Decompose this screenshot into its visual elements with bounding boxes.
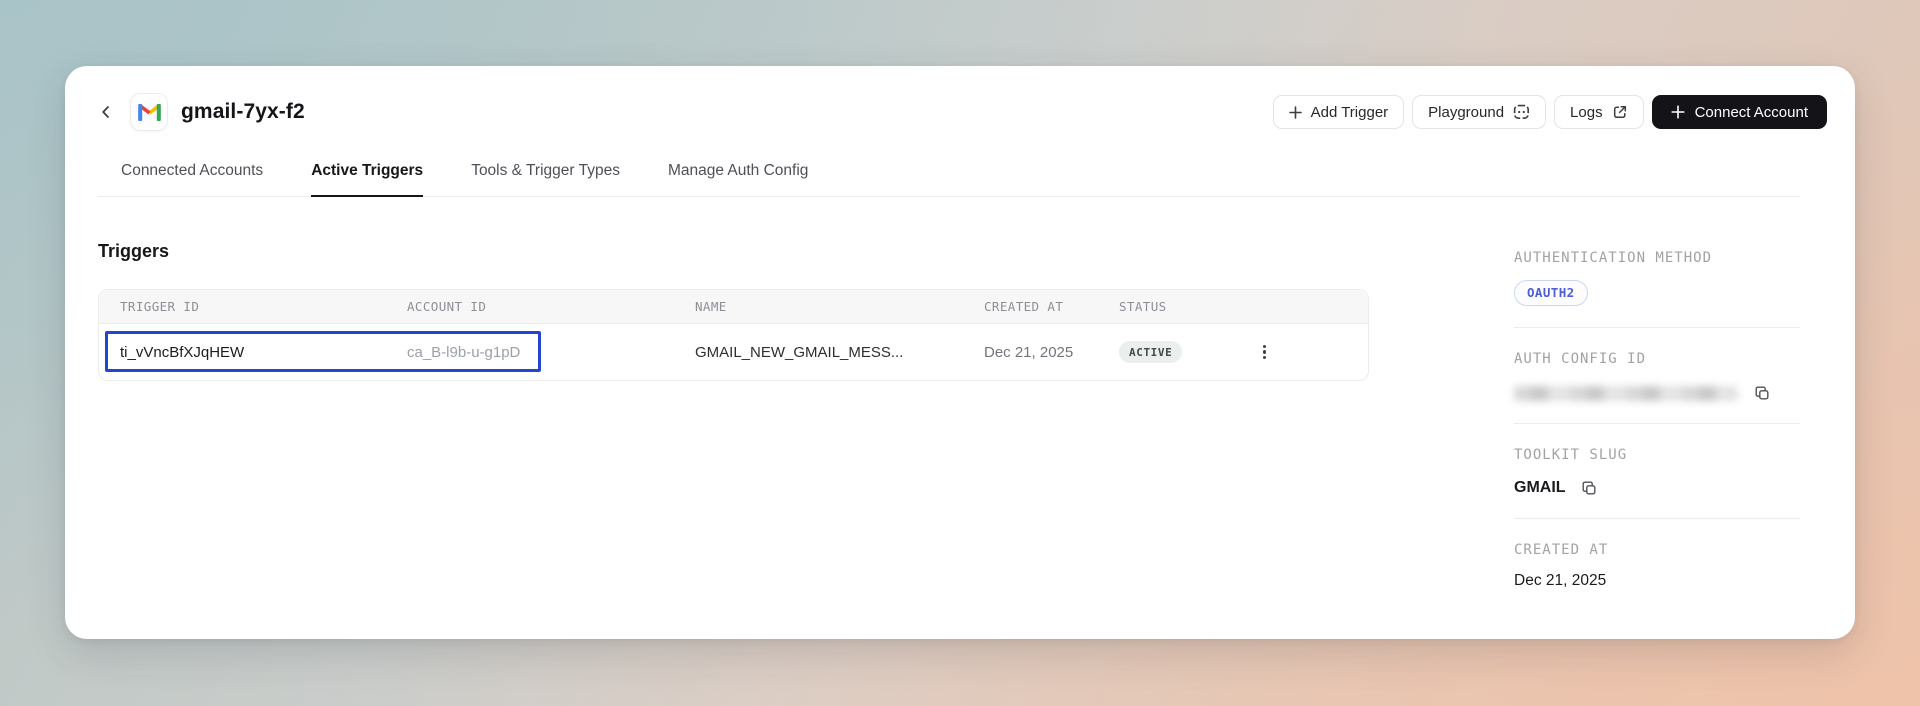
- cell-name: GMAIL_NEW_GMAIL_MESS...: [695, 343, 904, 361]
- sidebar-divider: [1514, 423, 1800, 424]
- sidebar-divider: [1514, 327, 1800, 328]
- integration-card: gmail-7yx-f2 Add Trigger Playground Logs…: [65, 66, 1855, 639]
- logs-label: Logs: [1570, 103, 1603, 121]
- main-panel: Triggers TRIGGER ID ACCOUNT ID NAME CREA…: [65, 197, 1514, 590]
- column-header-trigger-id: TRIGGER ID: [120, 299, 200, 314]
- auth-config-id-redacted-value: [1514, 385, 1738, 401]
- playground-sandbox-icon: [1513, 104, 1530, 120]
- gmail-logo-icon: [130, 93, 168, 131]
- card-header: gmail-7yx-f2 Add Trigger Playground Logs…: [65, 66, 1855, 131]
- connect-account-label: Connect Account: [1694, 103, 1808, 121]
- header-actions: Add Trigger Playground Logs Connect Acco…: [1272, 95, 1827, 129]
- column-header-status: STATUS: [1119, 299, 1167, 314]
- add-trigger-button[interactable]: Add Trigger: [1272, 95, 1405, 129]
- copy-toolkit-slug-button[interactable]: [1580, 479, 1598, 497]
- tab-manage-auth-config[interactable]: Manage Auth Config: [668, 162, 808, 196]
- content-area: Triggers TRIGGER ID ACCOUNT ID NAME CREA…: [65, 197, 1855, 590]
- table-row[interactable]: ti_vVncBfXJqHEW ca_B-l9b-u-g1pD GMAIL_NE…: [99, 324, 1368, 380]
- toolkit-slug-section: TOOLKIT SLUG GMAIL: [1514, 447, 1800, 497]
- playground-button[interactable]: Playground: [1412, 95, 1547, 129]
- logs-button[interactable]: Logs: [1554, 95, 1644, 129]
- auth-config-section: AUTH CONFIG ID: [1514, 351, 1800, 402]
- tab-active-triggers[interactable]: Active Triggers: [311, 162, 424, 197]
- cell-trigger-id[interactable]: ti_vVncBfXJqHEW: [99, 344, 407, 361]
- column-header-account-id: ACCOUNT ID: [407, 299, 487, 314]
- toolkit-slug-value: GMAIL: [1514, 479, 1566, 496]
- table-header-row: TRIGGER ID ACCOUNT ID NAME CREATED AT ST…: [99, 290, 1368, 324]
- chevron-left-icon: [98, 104, 114, 120]
- copy-icon: [1753, 384, 1771, 402]
- sidebar-divider: [1514, 518, 1800, 519]
- tab-tools-trigger-types[interactable]: Tools & Trigger Types: [471, 162, 620, 196]
- kebab-icon: [1263, 344, 1267, 348]
- add-trigger-label: Add Trigger: [1310, 103, 1389, 121]
- tab-connected-accounts[interactable]: Connected Accounts: [121, 162, 263, 196]
- column-header-created-at: CREATED AT: [984, 299, 1064, 314]
- cell-account-id[interactable]: ca_B-l9b-u-g1pD: [407, 344, 695, 361]
- copy-auth-config-id-button[interactable]: [1753, 384, 1771, 402]
- plus-icon: [1288, 105, 1302, 119]
- plus-icon-white: [1670, 105, 1685, 119]
- toolkit-slug-label: TOOLKIT SLUG: [1514, 447, 1628, 463]
- created-at-section: CREATED AT Dec 21, 2025: [1514, 542, 1800, 590]
- back-button[interactable]: [95, 101, 117, 123]
- row-actions-menu-button[interactable]: [1257, 339, 1272, 366]
- details-sidebar: AUTHENTICATION METHOD OAUTH2 AUTH CONFIG…: [1514, 197, 1800, 590]
- auth-method-label: AUTHENTICATION METHOD: [1514, 250, 1713, 266]
- column-header-name: NAME: [695, 299, 727, 314]
- auth-config-id-label: AUTH CONFIG ID: [1514, 351, 1647, 367]
- auth-method-badge: OAUTH2: [1514, 280, 1588, 306]
- cell-created-at: Dec 21, 2025: [984, 343, 1074, 361]
- connect-account-button[interactable]: Connect Account: [1651, 95, 1827, 129]
- page-title: gmail-7yx-f2: [181, 100, 305, 123]
- created-at-value: Dec 21, 2025: [1514, 572, 1607, 589]
- auth-method-section: AUTHENTICATION METHOD OAUTH2: [1514, 250, 1800, 306]
- tab-bar: Connected Accounts Active Triggers Tools…: [98, 162, 1800, 197]
- copy-icon: [1580, 479, 1598, 497]
- cell-status: ACTIVE: [1119, 341, 1261, 363]
- header-left: gmail-7yx-f2: [95, 93, 305, 131]
- external-link-icon: [1612, 104, 1628, 120]
- created-at-label: CREATED AT: [1514, 542, 1609, 558]
- section-title: Triggers: [98, 241, 170, 261]
- triggers-table: TRIGGER ID ACCOUNT ID NAME CREATED AT ST…: [98, 289, 1369, 381]
- status-badge: ACTIVE: [1119, 341, 1183, 363]
- playground-label: Playground: [1428, 103, 1505, 121]
